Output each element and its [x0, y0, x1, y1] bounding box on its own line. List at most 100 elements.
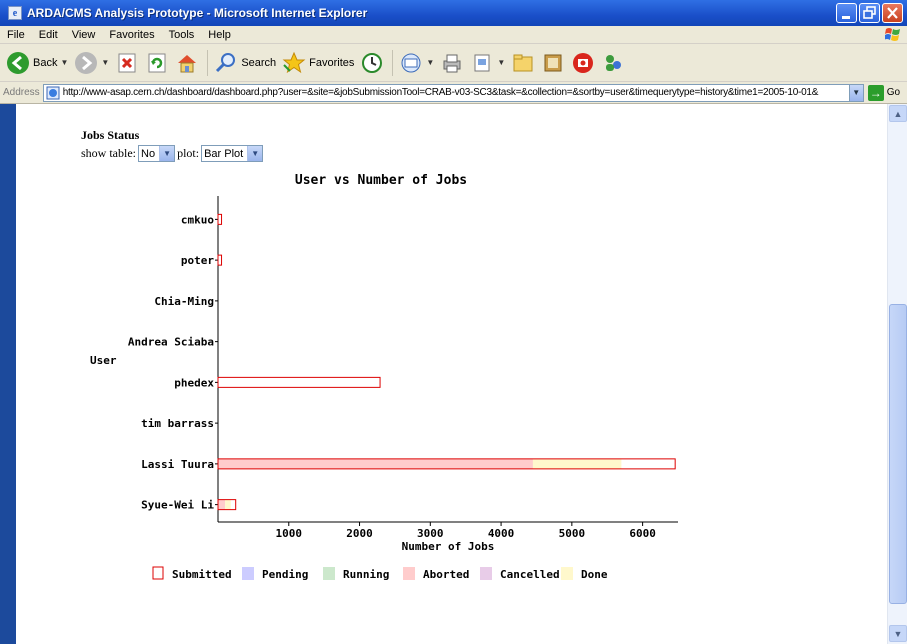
x-tick-label: 5000 [559, 527, 586, 540]
home-icon [178, 54, 197, 72]
menu-view[interactable]: View [65, 29, 103, 41]
y-tick-label: cmkuo [181, 213, 214, 226]
back-button[interactable]: Back ▼ [6, 51, 68, 75]
mail-dropdown-icon[interactable]: ▼ [426, 58, 434, 67]
menu-tools[interactable]: Tools [162, 29, 202, 41]
close-button[interactable] [882, 3, 903, 23]
legend-swatch-running [323, 567, 335, 580]
stop-button[interactable] [115, 51, 139, 75]
research-button[interactable] [541, 51, 565, 75]
address-url: http://www-asap.cern.ch/dashboard/dashbo… [62, 87, 819, 98]
toolbar-separator [207, 49, 209, 76]
search-button[interactable]: Search [214, 51, 276, 75]
x-tick-label: 4000 [488, 527, 514, 540]
minimize-button[interactable] [836, 3, 857, 23]
legend-swatch-pending [242, 567, 254, 580]
legend-swatch-done [561, 567, 573, 580]
toolbar-separator [392, 49, 394, 76]
legend-swatch-cancelled [480, 567, 492, 580]
bar-segment-done [225, 499, 231, 510]
legend-label-aborted: Aborted [423, 568, 469, 581]
y-tick-label: poter [181, 254, 214, 267]
menu-file[interactable]: File [0, 29, 32, 41]
refresh-button[interactable] [145, 51, 169, 75]
contacts-icon [606, 54, 622, 71]
search-icon [216, 52, 236, 72]
favorites-label: Favorites [309, 56, 355, 69]
legend-swatch-aborted [403, 567, 415, 580]
toolbar: Back ▼ ▼ Search Favorites ▼ ▼ [0, 44, 907, 82]
bar-submitted [217, 213, 223, 225]
menu-edit[interactable]: Edit [32, 29, 65, 41]
page-content: Jobs Status show table: No ▼ plot: Bar P… [20, 104, 887, 644]
chart-title: User vs Number of Jobs [295, 173, 467, 188]
address-input[interactable]: http://www-asap.cern.ch/dashboard/dashbo… [42, 83, 864, 102]
windows-logo-icon [885, 28, 900, 41]
ie-app-icon: e [8, 6, 22, 20]
home-button[interactable] [175, 51, 199, 75]
vertical-scrollbar[interactable]: ▲ ▼ [887, 104, 907, 644]
x-tick-label: 2000 [346, 527, 373, 540]
go-label: Go [886, 87, 901, 98]
y-tick-label: Syue-Wei Li [141, 499, 214, 512]
x-tick-label: 6000 [629, 527, 656, 540]
mail-icon [401, 53, 421, 72]
y-tick-label: tim barrass [141, 417, 214, 430]
forward-button[interactable]: ▼ [74, 51, 109, 75]
menu-favorites[interactable]: Favorites [102, 29, 161, 41]
print-button[interactable] [440, 51, 464, 75]
y-tick-label: Lassi Tuura [141, 458, 214, 471]
legend-label-pending: Pending [262, 568, 308, 581]
y-tick-label: phedex [174, 376, 214, 389]
bar-submitted [217, 254, 223, 266]
legend-label-done: Done [581, 568, 608, 581]
address-bar: Address http://www-asap.cern.ch/dashboar… [0, 82, 907, 104]
history-icon [362, 52, 383, 73]
back-dropdown-icon[interactable]: ▼ [60, 58, 68, 67]
restore-button[interactable] [859, 3, 880, 23]
bar-submitted [217, 376, 381, 388]
forward-arrow-icon [75, 51, 98, 74]
address-dropdown-icon[interactable]: ▼ [848, 84, 863, 101]
menu-bar: File Edit View Favorites Tools Help [0, 26, 907, 44]
scroll-up-button[interactable]: ▲ [889, 105, 907, 122]
research-icon [544, 54, 562, 71]
x-axis-label: Number of Jobs [402, 540, 495, 553]
go-button[interactable]: → Go [867, 84, 901, 101]
edit-page-icon [474, 54, 490, 71]
mail-button[interactable]: ▼ [399, 51, 434, 75]
print-icon [443, 54, 461, 72]
x-tick-label: 1000 [276, 527, 303, 540]
edit-button[interactable]: ▼ [470, 51, 505, 75]
scrollbar-thumb[interactable] [889, 304, 907, 604]
bar-segment-aborted [218, 499, 226, 510]
left-desktop-strip [0, 104, 20, 644]
history-button[interactable] [360, 51, 384, 75]
title-bar: e ARDA/CMS Analysis Prototype - Microsof… [0, 0, 907, 26]
forward-dropdown-icon[interactable]: ▼ [101, 58, 109, 67]
favorites-star-icon [282, 51, 306, 73]
favorites-button[interactable]: Favorites [282, 51, 354, 75]
contacts-button[interactable] [601, 51, 625, 75]
legend-label-cancelled: Cancelled [500, 568, 560, 581]
messenger-button[interactable] [571, 51, 595, 75]
address-label: Address [3, 87, 40, 98]
back-arrow-icon [7, 51, 29, 74]
y-axis-label: User [90, 354, 117, 367]
edit-dropdown-icon[interactable]: ▼ [497, 58, 505, 67]
search-label: Search [241, 56, 277, 69]
go-arrow-icon: → [867, 84, 884, 101]
stop-icon [118, 53, 136, 72]
menu-help[interactable]: Help [201, 29, 238, 41]
discuss-button[interactable] [511, 51, 535, 75]
scroll-down-button[interactable]: ▼ [889, 625, 907, 642]
refresh-icon [148, 53, 166, 72]
legend-swatch-submitted [152, 566, 164, 580]
bar-segment-aborted [218, 458, 533, 469]
page-icon [46, 86, 60, 99]
window-title: ARDA/CMS Analysis Prototype - Microsoft … [27, 6, 368, 20]
y-tick-label: Andrea Sciaba [128, 336, 214, 349]
y-tick-label: Chia-Ming [154, 295, 214, 308]
legend-label-submitted: Submitted [172, 568, 232, 581]
legend-label-running: Running [343, 568, 389, 581]
